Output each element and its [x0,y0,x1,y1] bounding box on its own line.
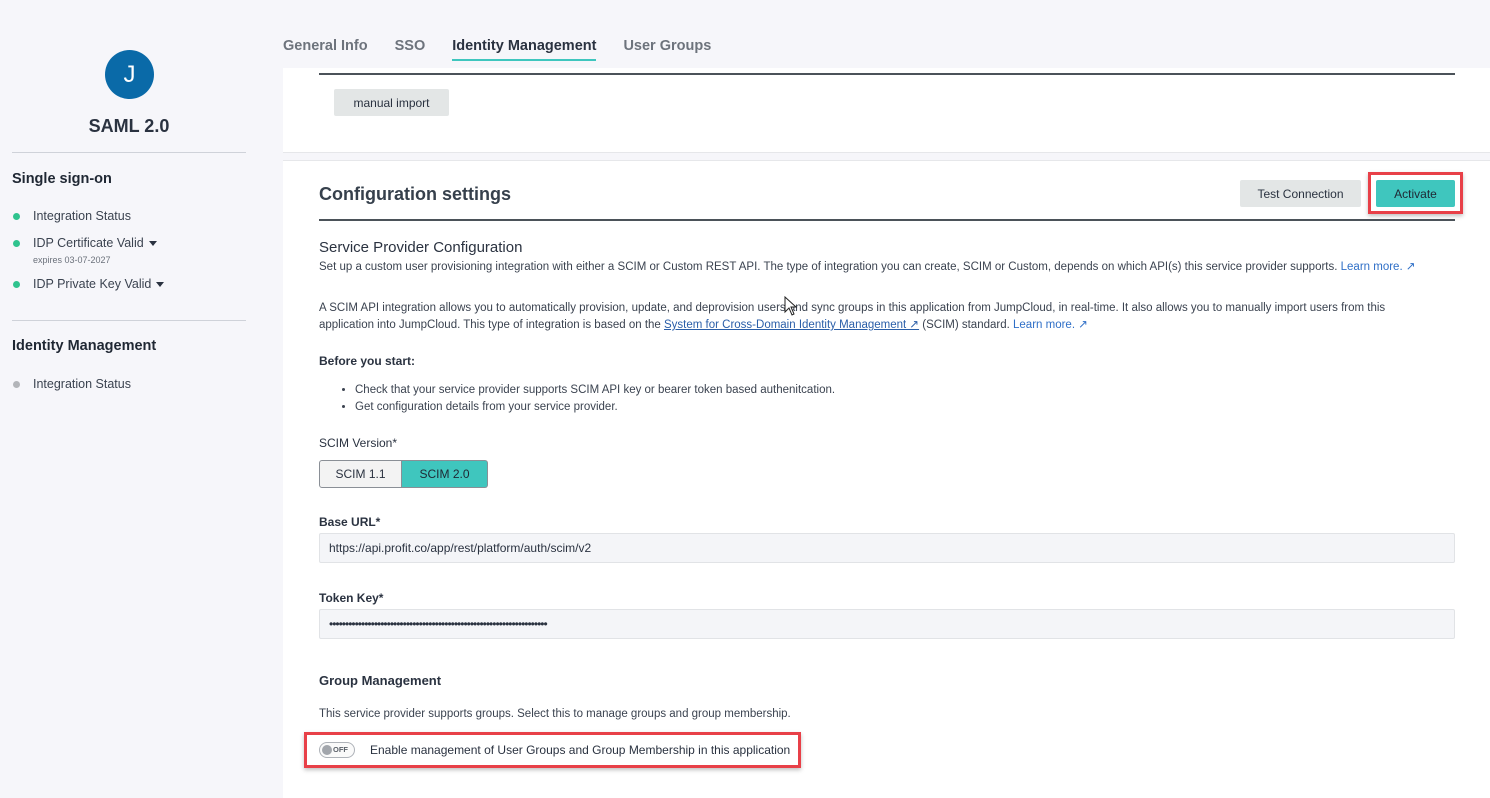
manual-import-button[interactable]: manual import [334,89,449,116]
tab-user-groups[interactable]: User Groups [623,38,711,61]
sidebar-divider [12,152,246,153]
learn-more-link[interactable]: Learn more. ↗ [1341,261,1416,273]
tab-identity-management[interactable]: Identity Management [452,38,597,61]
configuration-card: Configuration settings Test Connection A… [283,160,1490,798]
status-dot-gray-icon [13,380,20,388]
scim-1-1-option[interactable]: SCIM 1.1 [319,460,402,488]
sso-integration-status: Integration Status [13,209,131,223]
tab-bar: General Info SSO Identity Management Use… [283,38,738,61]
group-management-description: This service provider supports groups. S… [319,708,791,720]
prerequisites-list: Check that your service provider support… [355,382,835,416]
scim-standard-link[interactable]: System for Cross-Domain Identity Managem… [664,319,919,331]
caret-down-icon[interactable] [148,240,157,246]
idm-section-title: Identity Management [12,338,157,354]
caret-down-icon[interactable] [156,281,165,287]
scim-version-label: SCIM Version* [319,436,398,450]
group-management-toggle[interactable]: OFF [319,742,355,758]
test-connection-button[interactable]: Test Connection [1240,180,1361,207]
sidebar-divider [12,320,246,321]
idp-certificate-status[interactable]: IDP Certificate Valid [13,236,157,250]
idp-private-key-status[interactable]: IDP Private Key Valid [13,277,165,291]
status-label: Integration Status [33,209,131,223]
group-management-toggle-label[interactable]: Enable management of User Groups and Gro… [370,743,790,757]
status-dot-green-icon [13,280,20,288]
tab-general-info[interactable]: General Info [283,38,368,61]
scim-2-0-option[interactable]: SCIM 2.0 [402,460,488,488]
list-item: Check that your service provider support… [355,382,835,399]
scim-paragraph: A SCIM API integration allows you to aut… [319,300,1439,334]
app-avatar: J [105,50,154,99]
status-dot-green-icon [13,212,20,220]
before-start-label: Before you start: [319,354,416,368]
toggle-knob [322,745,332,755]
scim-text: (SCIM) standard. [919,319,1014,331]
scim-version-selector: SCIM 1.1 SCIM 2.0 [319,460,488,488]
base-url-input[interactable]: https://api.profit.co/app/rest/platform/… [319,533,1455,563]
base-url-label: Base URL* [319,515,381,529]
status-dot-green-icon [13,239,20,247]
status-label: IDP Certificate Valid [33,236,144,250]
token-key-label: Token Key* [319,591,384,605]
activate-button[interactable]: Activate [1376,180,1455,207]
group-management-title: Group Management [319,673,442,688]
intro-text: Set up a custom user provisioning integr… [319,261,1341,273]
section-divider [319,219,1455,221]
sso-section-title: Single sign-on [12,171,112,187]
list-item: Get configuration details from your serv… [355,399,835,416]
sp-config-title: Service Provider Configuration [319,239,523,256]
idm-integration-status: Integration Status [13,377,131,391]
configuration-title: Configuration settings [319,184,511,204]
certificate-expiry-note: expires 03-07-2027 [33,255,111,265]
intro-paragraph: Set up a custom user provisioning integr… [319,259,1439,276]
import-card: manual import [283,68,1490,153]
status-label: Integration Status [33,377,131,391]
status-label: IDP Private Key Valid [33,277,152,291]
tab-sso[interactable]: SSO [395,38,426,61]
learn-more-link[interactable]: Learn more. ↗ [1013,319,1088,331]
sidebar: J SAML 2.0 Single sign-on Integration St… [0,0,258,798]
toggle-state-label: OFF [333,745,348,754]
token-key-input[interactable]: ••••••••••••••••••••••••••••••••••••••••… [319,609,1455,639]
section-divider [319,73,1455,75]
app-title: SAML 2.0 [88,116,170,136]
